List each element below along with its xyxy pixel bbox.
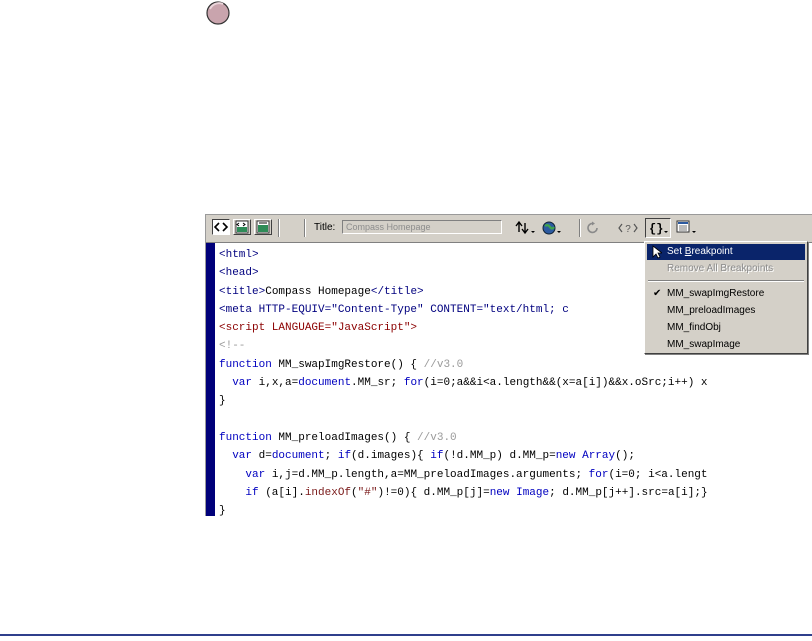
code-line: function MM_swapImgRestore() { //v3.0 — [219, 356, 708, 374]
code-token: d= — [252, 450, 272, 463]
code-view-icon[interactable] — [212, 219, 230, 235]
code-navigation-menu: Set Breakpoint Remove All Breakpoints ✔ … — [644, 241, 808, 354]
code-token: )!=0){ d.MM_p[j]= — [377, 486, 490, 499]
code-token: MM_preloadImages() { — [271, 431, 418, 444]
menu-separator — [648, 280, 804, 282]
code-token: ( — [351, 486, 358, 499]
code-token: var — [232, 377, 253, 390]
code-token: document — [298, 377, 352, 390]
code-token: for — [403, 377, 424, 390]
code-token: new — [489, 486, 510, 499]
record-button-icon[interactable] — [203, 0, 233, 30]
bottom-rule — [0, 634, 812, 636]
code-token: (i=0; i<a.lengt — [608, 468, 708, 481]
code-token: (); — [615, 450, 635, 463]
code-and-design-view-icon[interactable] — [233, 219, 251, 235]
mouse-pointer-icon — [652, 245, 662, 259]
code-token: (d.images){ — [351, 450, 431, 463]
toolbar-separator — [278, 219, 280, 237]
code-token: if — [245, 486, 259, 499]
document-toolbar: Title: Compass Homepage ? {} — [206, 215, 812, 243]
code-token: MM_swapImgRestore() { — [271, 358, 424, 371]
code-token: i,x,a= — [252, 377, 299, 390]
code-token: for — [588, 468, 609, 481]
code-token: if — [430, 450, 444, 463]
code-token: <script LANGUAGE="JavaScript"> — [219, 322, 418, 335]
code-line: var d=document; if(d.images){ if(!d.MM_p… — [219, 447, 708, 465]
code-token: <title> — [219, 285, 266, 298]
code-token: //v3.0 — [417, 431, 457, 444]
file-management-icon[interactable] — [515, 220, 537, 236]
code-line: } — [219, 392, 708, 410]
code-token: <head> — [219, 267, 259, 280]
check-icon: ✔ — [653, 288, 662, 299]
code-line: var i,x,a=document.MM_sr; for(i=0;a&&i<a… — [219, 374, 708, 392]
code-line: <meta HTTP-EQUIV="Content-Type" CONTENT=… — [219, 301, 708, 319]
code-lines: <html> <head> <title>Compass Homepage</tit… — [219, 246, 708, 516]
code-token: if — [337, 450, 352, 463]
remove-all-breakpoints-item: Remove All Breakpoints — [667, 263, 774, 274]
code-line: if (a[i].indexOf("#")!=0){ d.MM_p[j]=new… — [219, 484, 708, 502]
code-line: <title>Compass Homepage</title> — [219, 283, 708, 301]
code-token: Image — [516, 486, 550, 499]
code-token: //v3.0 — [423, 358, 464, 371]
code-token: (a[i]. — [258, 486, 305, 499]
toolbar-separator — [579, 219, 581, 237]
code-token: document — [271, 450, 325, 463]
toolbar-separator — [304, 219, 306, 237]
code-token: i,j=d.MM_p.length,a=MM_preloadImages.arg… — [265, 468, 589, 481]
code-token: (!d.MM_p) d.MM_p= — [443, 450, 556, 463]
svg-text:{}: {} — [649, 222, 663, 236]
code-token: <!-- — [219, 340, 246, 353]
function-item-mm-findobj[interactable]: MM_findObj — [647, 320, 805, 336]
code-token: <html> — [219, 249, 259, 261]
view-options-icon[interactable] — [676, 220, 698, 236]
code-line: var i,j=d.MM_p.length,a=MM_preloadImages… — [219, 466, 708, 484]
set-breakpoint-label: Set Breakpoint — [667, 246, 733, 257]
svg-text:?: ? — [625, 224, 631, 235]
code-token: function — [219, 358, 272, 371]
code-token: Compass Homepage — [265, 285, 371, 298]
function-item-mm-preloadimages[interactable]: MM_preloadImages — [647, 303, 805, 319]
code-line: <script LANGUAGE="JavaScript"> — [219, 319, 708, 337]
design-view-icon[interactable] — [254, 219, 272, 235]
code-token: Array — [582, 450, 616, 463]
code-navigation-icon[interactable]: {} — [645, 218, 671, 238]
code-line: <html> — [219, 246, 708, 264]
code-token: } — [219, 505, 226, 516]
code-line: <head> — [219, 264, 708, 282]
refresh-icon[interactable] — [586, 221, 600, 235]
title-label: Title: — [314, 222, 336, 233]
code-token: (i=0;a&&i<a.length&&(x=a[i])&&x.oSrc;i++… — [423, 377, 708, 390]
code-line: } — [219, 502, 708, 516]
code-token: var — [245, 468, 266, 481]
set-breakpoint-item[interactable]: Set Breakpoint — [647, 244, 805, 260]
reference-icon[interactable]: ? — [618, 221, 638, 235]
code-token: </title> — [370, 285, 424, 298]
code-token: function — [219, 431, 272, 444]
document-title-field[interactable]: Compass Homepage — [342, 220, 502, 234]
code-token: .MM_sr; — [351, 377, 404, 390]
preview-in-browser-icon[interactable] — [541, 220, 563, 236]
function-item-mm-swapimgrestore[interactable]: ✔ MM_swapImgRestore — [647, 286, 805, 302]
code-line: <!-- — [219, 337, 708, 355]
code-token: var — [232, 450, 253, 463]
code-token: <meta HTTP-EQUIV="Content-Type" CONTENT=… — [219, 303, 569, 316]
code-token: ; — [324, 450, 338, 463]
code-line: function MM_preloadImages() { //v3.0 — [219, 429, 708, 447]
line-gutter — [206, 243, 215, 516]
code-token: } — [219, 395, 226, 408]
code-token: ; d.MM_p[j++].src=a[i];} — [549, 486, 708, 499]
code-token: indexOf — [304, 486, 352, 499]
code-token: "#" — [357, 486, 378, 499]
code-token: new — [555, 450, 576, 463]
function-item-mm-swapimage[interactable]: MM_swapImage — [647, 337, 805, 353]
